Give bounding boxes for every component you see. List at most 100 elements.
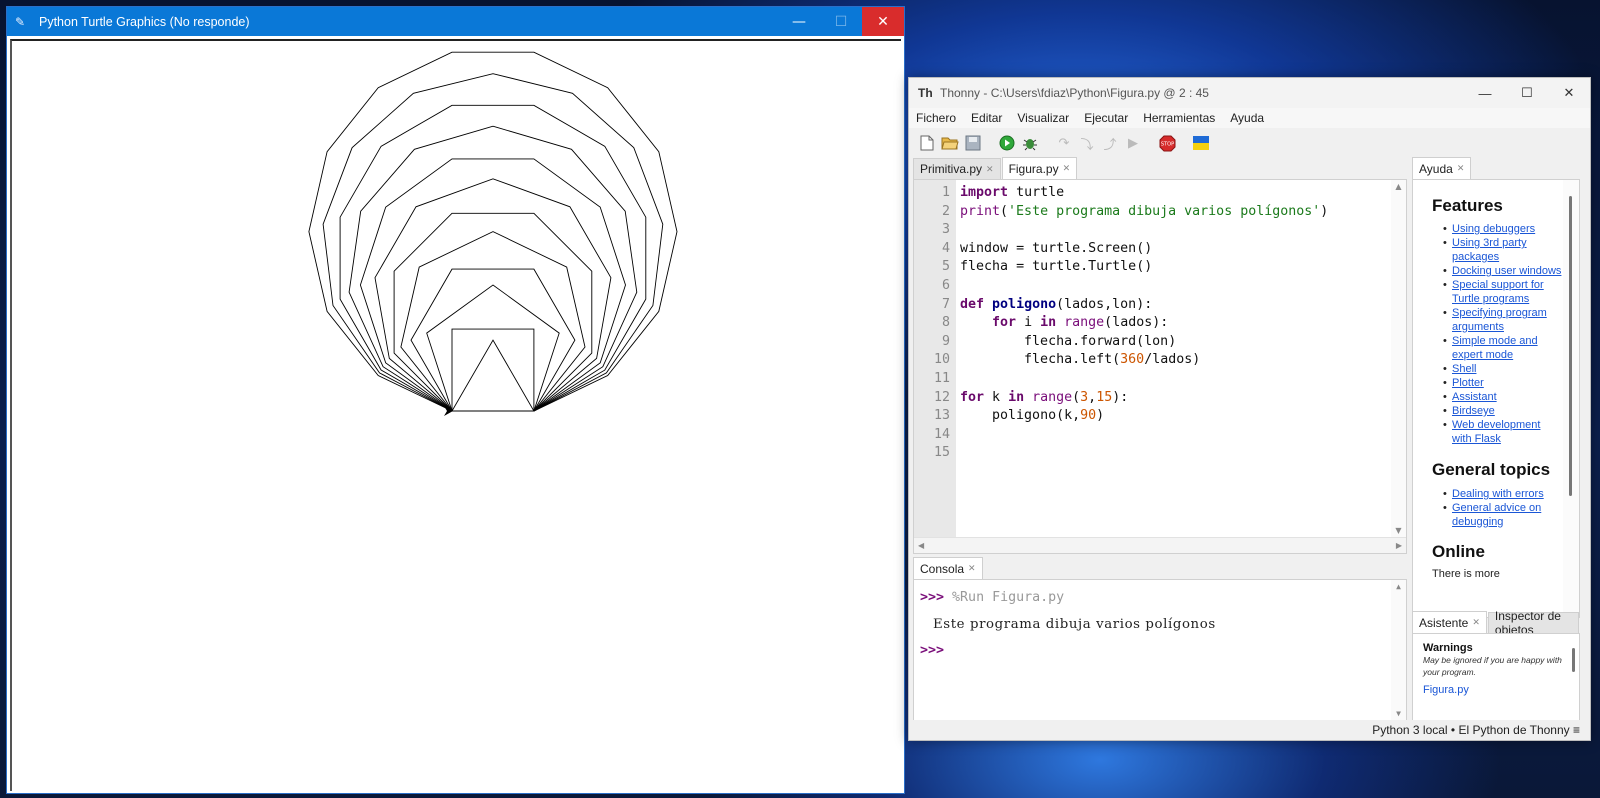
svg-text:STOP: STOP — [1160, 141, 1173, 147]
tab-consola[interactable]: Consola ✕ — [913, 557, 983, 579]
help-link[interactable]: Shell — [1443, 362, 1562, 376]
maximize-icon: ☐ — [1521, 85, 1533, 100]
status-bar[interactable]: Python 3 local • El Python de Thonny ≡ — [909, 720, 1590, 740]
shell-console[interactable]: >>> %Run Figura.py Este programa dibuja … — [913, 579, 1407, 722]
features-list: Using debuggersUsing 3rd party packagesD… — [1443, 222, 1562, 446]
help-link[interactable]: Specifying program arguments — [1443, 306, 1562, 334]
close-icon[interactable]: ✕ — [1457, 163, 1465, 174]
code-line[interactable]: import turtle — [960, 184, 1380, 203]
close-icon[interactable]: ✕ — [1472, 617, 1480, 628]
help-link[interactable]: Birdseye — [1443, 404, 1562, 418]
help-scrollbar[interactable] — [1563, 180, 1579, 617]
code-line[interactable]: flecha.forward(lon) — [960, 333, 1380, 352]
help-link[interactable]: Using debuggers — [1443, 222, 1562, 236]
menu-ayuda[interactable]: Ayuda — [1223, 111, 1272, 125]
help-link[interactable]: Docking user windows — [1443, 264, 1562, 278]
thonny-title-bar[interactable]: Th Thonny - C:\Users\fdiaz\Python\Figura… — [909, 78, 1590, 108]
scroll-left-icon[interactable]: ◀ — [918, 538, 924, 553]
step-over-icon[interactable]: ↷ — [1054, 133, 1074, 153]
run-icon[interactable] — [997, 133, 1017, 153]
code-line[interactable]: for i in range(lados): — [960, 314, 1380, 333]
open-file-icon[interactable] — [940, 133, 960, 153]
ukraine-flag-icon[interactable] — [1191, 133, 1211, 153]
stop-icon[interactable]: STOP — [1157, 133, 1177, 153]
scroll-thumb[interactable] — [1569, 196, 1572, 496]
code-line[interactable]: poligono(k,90) — [960, 407, 1380, 426]
shell-prompt: >>> — [920, 590, 945, 605]
resume-icon[interactable]: ▶ — [1123, 133, 1143, 153]
tab-asistente[interactable]: Asistente ✕ — [1412, 611, 1487, 633]
line-number: 14 — [933, 426, 950, 442]
scroll-up-icon[interactable]: ▲ — [1391, 180, 1406, 194]
menu-visualizar[interactable]: Visualizar — [1010, 111, 1077, 125]
help-link[interactable]: Plotter — [1443, 376, 1562, 390]
code-line[interactable] — [960, 277, 1380, 296]
tab-primitiva[interactable]: Primitiva.py ✕ — [913, 158, 1001, 179]
scroll-down-icon[interactable]: ▼ — [1391, 707, 1406, 721]
scroll-thumb[interactable] — [1572, 648, 1575, 672]
code-line[interactable] — [960, 370, 1380, 389]
maximize-button[interactable]: ☐ — [820, 7, 862, 36]
polygon-4-sides — [451, 328, 535, 412]
close-icon[interactable]: ✕ — [1063, 163, 1071, 174]
menu-herramientas[interactable]: Herramientas — [1136, 111, 1223, 125]
turtle-title-bar[interactable]: ✎ Python Turtle Graphics (No responde) —… — [7, 7, 904, 36]
help-link[interactable]: Dealing with errors — [1443, 487, 1562, 501]
editor-vertical-scrollbar[interactable]: ▲ ▼ — [1391, 180, 1406, 538]
line-number: 15 — [933, 445, 950, 461]
code-line[interactable] — [960, 444, 1380, 463]
step-out-icon[interactable]: ⤴ — [1100, 133, 1120, 153]
scroll-right-icon[interactable]: ▶ — [1396, 538, 1402, 553]
line-number: 3 — [941, 222, 950, 238]
help-link[interactable]: General advice on debugging — [1443, 501, 1562, 529]
code-line[interactable]: for k in range(3,15): — [960, 389, 1380, 408]
menu-editar[interactable]: Editar — [964, 111, 1010, 125]
save-icon[interactable] — [963, 133, 983, 153]
line-number: 2 — [941, 203, 950, 219]
menu-ejecutar[interactable]: Ejecutar — [1077, 111, 1136, 125]
tab-inspector[interactable]: Inspector de objetos — [1487, 609, 1579, 637]
console-pane: Consola ✕ >>> %Run Figura.py Este progra… — [913, 557, 1407, 722]
shell-command: %Run Figura.py — [952, 590, 1065, 605]
code-editor[interactable]: 1 2 3 4 5 6 7 8 9 10 11 12 13 14 15 import turtle print… — [913, 179, 1407, 554]
close-icon[interactable]: ✕ — [986, 164, 994, 175]
help-link[interactable]: Assistant — [1443, 390, 1562, 404]
code-line[interactable] — [960, 221, 1380, 240]
code-line[interactable] — [960, 426, 1380, 445]
code-line[interactable]: window = turtle.Screen() — [960, 240, 1380, 259]
line-number: 10 — [933, 352, 950, 368]
scroll-up-icon[interactable]: ▲ — [1391, 580, 1406, 594]
tab-ayuda[interactable]: Ayuda ✕ — [1412, 157, 1472, 179]
code-line[interactable]: flecha.left(360/lados) — [960, 351, 1380, 370]
thonny-logo-icon: Th — [918, 86, 933, 100]
close-button[interactable]: ✕ — [1548, 78, 1590, 108]
minimize-button[interactable]: — — [1464, 78, 1506, 108]
maximize-button[interactable]: ☐ — [1506, 78, 1548, 108]
tab-label: Primitiva.py — [920, 162, 983, 176]
new-file-icon[interactable] — [917, 133, 937, 153]
minimize-icon: — — [1478, 85, 1492, 101]
code-line[interactable]: def poligono(lados,lon): — [960, 296, 1380, 315]
interpreter-status[interactable]: Python 3 local • El Python de Thonny ≡ — [1372, 723, 1580, 737]
scroll-down-icon[interactable]: ▼ — [1391, 524, 1406, 538]
help-link[interactable]: Using 3rd party packages — [1443, 236, 1562, 264]
help-link[interactable]: Special support for Turtle programs — [1443, 278, 1562, 306]
help-link[interactable]: Simple mode and expert mode — [1443, 334, 1562, 362]
step-into-icon[interactable]: ⤵ — [1077, 133, 1097, 153]
close-icon[interactable]: ✕ — [968, 563, 976, 574]
editor-horizontal-scrollbar[interactable]: ◀ ▶ — [914, 537, 1406, 553]
assistant-content: Warnings May be ignored if you are happy… — [1412, 633, 1580, 722]
turtle-canvas-area[interactable] — [10, 39, 901, 791]
help-link[interactable]: Web development with Flask — [1443, 418, 1562, 446]
close-button[interactable]: ✕ — [862, 7, 904, 36]
file-link[interactable]: Figura.py — [1423, 684, 1569, 696]
console-vertical-scrollbar[interactable]: ▲ ▼ — [1391, 580, 1406, 721]
polygon-5-sides — [426, 284, 560, 412]
menu-fichero[interactable]: Fichero — [909, 111, 964, 125]
tab-figura[interactable]: Figura.py ✕ — [1001, 157, 1078, 179]
code-text[interactable]: import turtle print('Este programa dibuja… — [960, 180, 1380, 538]
code-line[interactable]: flecha = turtle.Turtle() — [960, 258, 1380, 277]
code-line[interactable]: print('Este programa dibuja varios políg… — [960, 203, 1380, 222]
minimize-button[interactable]: — — [778, 7, 820, 36]
debug-icon[interactable] — [1020, 133, 1040, 153]
